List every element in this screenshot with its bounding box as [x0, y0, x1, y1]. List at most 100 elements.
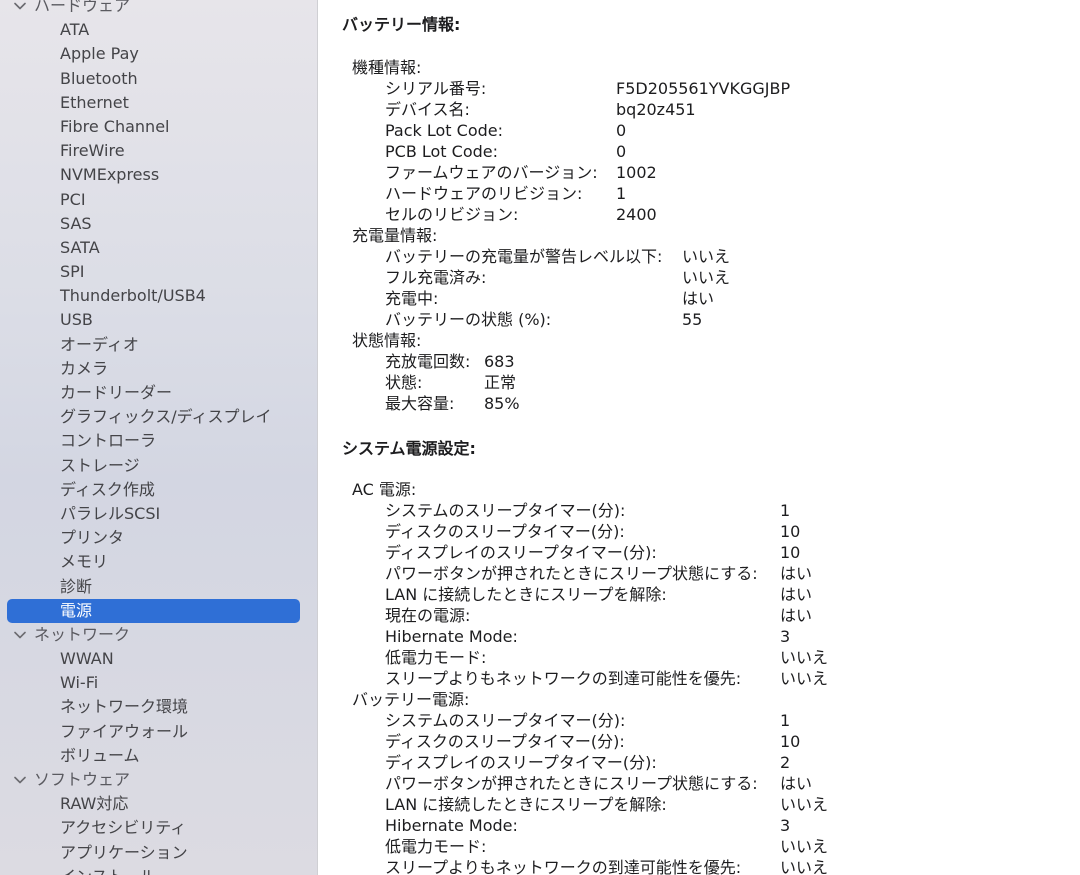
info-value: 3 — [780, 627, 791, 646]
sidebar-item-label: ネットワーク環境 — [60, 697, 189, 717]
sidebar-item-label: Fibre Channel — [60, 116, 170, 136]
sidebar-item[interactable]: Fibre Channel — [0, 115, 317, 139]
sidebar-item[interactable]: SAS — [0, 212, 317, 236]
sidebar-group[interactable]: ハードウェア — [0, 0, 317, 18]
info-key: 最大容量: — [385, 394, 455, 413]
chevron-down-icon[interactable] — [12, 768, 28, 792]
info-key: 現在の電源: — [385, 606, 471, 625]
info-row: 現在の電源: はい — [352, 605, 1072, 626]
sidebar-item-label: Thunderbolt/USB4 — [60, 286, 206, 306]
sidebar-group[interactable]: ソフトウェア — [0, 768, 317, 792]
info-value: いいえ — [682, 247, 731, 266]
info-key: LAN に接続したときにスリープを解除: — [385, 795, 667, 814]
info-row: Pack Lot Code: 0 — [352, 120, 1072, 141]
sidebar-group-label: ネットワーク — [34, 624, 131, 644]
sidebar-item[interactable]: ネットワーク環境 — [0, 695, 317, 719]
sidebar-item[interactable]: オーディオ — [0, 333, 317, 357]
info-key: Hibernate Mode: — [385, 627, 518, 646]
info-value: 10 — [780, 732, 801, 751]
sidebar-item-label: カメラ — [60, 358, 109, 378]
sidebar-item[interactable]: グラフィックス/ディスプレイ — [0, 405, 317, 429]
sidebar-item-label: パラレルSCSI — [60, 503, 161, 523]
info-value: 10 — [780, 543, 801, 562]
sidebar-item[interactable]: ディスク作成 — [0, 478, 317, 502]
sidebar-item[interactable]: Thunderbolt/USB4 — [0, 284, 317, 308]
sidebar-item[interactable]: 電源 — [0, 598, 317, 624]
sidebar-item-label: 診断 — [60, 576, 93, 596]
info-value: 正常 — [484, 373, 517, 392]
section-heading: AC 電源: — [352, 480, 417, 499]
battery-health-rows: 充放電回数: 683 状態: 正常 最大容量: 85% — [352, 351, 1072, 414]
info-row: バッテリーの状態 (%): 55 — [352, 309, 1072, 330]
system-information-window: ハードウェア ATA Apple Pay Bluetooth Ethernet Fibre… — [0, 0, 1080, 875]
info-key: ディスプレイのスリープタイマー(分): — [385, 543, 657, 562]
sidebar-group-label: ソフトウェア — [34, 770, 131, 789]
sidebar-item-label: Apple Pay — [60, 44, 139, 64]
info-key: スリープよりもネットワークの到達可能性を優先: — [385, 858, 742, 875]
sidebar-item-label: USB — [60, 310, 93, 330]
sidebar-item[interactable]: NVMExpress — [0, 163, 317, 187]
info-row: 最大容量: 85% — [352, 393, 1072, 414]
sidebar-item[interactable]: メモリ — [0, 550, 317, 574]
info-row: デバイス名: bq20z451 — [352, 99, 1072, 120]
sidebar-item[interactable]: カードリーダー — [0, 381, 317, 405]
battery-charge-heading: 充電量情報: — [352, 225, 1072, 246]
sidebar-item[interactable]: Ethernet — [0, 91, 317, 115]
section-heading: 充電量情報: — [352, 226, 438, 245]
sidebar-item[interactable]: ATA — [0, 18, 317, 42]
sidebar-item[interactable]: ストレージ — [0, 454, 317, 478]
info-key: ファームウェアのバージョン: — [385, 163, 598, 182]
sidebar-item[interactable]: インストール — [0, 865, 317, 875]
sidebar-item[interactable]: USB — [0, 308, 317, 332]
chevron-down-icon[interactable] — [12, 623, 28, 647]
sidebar-item[interactable]: コントローラ — [0, 429, 317, 453]
info-key: 状態: — [385, 373, 423, 392]
sidebar-item-label: プリンタ — [60, 528, 125, 548]
battery-power-heading: バッテリー電源: — [352, 689, 1072, 710]
sidebar[interactable]: ハードウェア ATA Apple Pay Bluetooth Ethernet Fibre… — [0, 0, 318, 875]
sidebar-item[interactable]: カメラ — [0, 357, 317, 381]
info-row: パワーボタンが押されたときにスリープ状態にする: はい — [352, 563, 1072, 584]
sidebar-item[interactable]: RAW対応 — [0, 792, 317, 816]
sidebar-item[interactable]: SPI — [0, 260, 317, 284]
info-key: シリアル番号: — [385, 79, 487, 98]
sidebar-item-label: コントローラ — [60, 431, 157, 451]
ac-power-heading: AC 電源: — [352, 479, 1072, 500]
info-key: Hibernate Mode: — [385, 816, 518, 835]
detail-pane[interactable]: バッテリー情報: 機種情報: シリアル番号: F5D205561YVKGGJBP デ… — [318, 0, 1080, 875]
info-row: フル充電済み: いいえ — [352, 267, 1072, 288]
sidebar-item-label: ストレージ — [60, 455, 140, 475]
info-key: システムのスリープタイマー(分): — [385, 711, 626, 730]
sidebar-item[interactable]: SATA — [0, 236, 317, 260]
sidebar-item[interactable]: パラレルSCSI — [0, 502, 317, 526]
sidebar-item-label: RAW対応 — [60, 794, 129, 814]
sidebar-item[interactable]: FireWire — [0, 139, 317, 163]
info-row: パワーボタンが押されたときにスリープ状態にする: はい — [352, 773, 1072, 794]
chevron-down-icon[interactable] — [12, 0, 28, 18]
sidebar-item[interactable]: PCI — [0, 188, 317, 212]
info-value: F5D205561YVKGGJBP — [616, 79, 791, 98]
sidebar-item[interactable]: アクセシビリティ — [0, 816, 317, 840]
sidebar-item[interactable]: アプリケーション — [0, 841, 317, 865]
info-key: 充電中: — [385, 289, 439, 308]
info-value: いいえ — [780, 795, 829, 814]
info-row: スリープよりもネットワークの到達可能性を優先: いいえ — [352, 857, 1072, 875]
info-key: セルのリビジョン: — [385, 205, 519, 224]
info-row: 充放電回数: 683 — [352, 351, 1072, 372]
info-row: セルのリビジョン: 2400 — [352, 204, 1072, 225]
sidebar-item[interactable]: プリンタ — [0, 526, 317, 550]
info-value: 2400 — [616, 205, 657, 224]
sidebar-item[interactable]: 診断 — [0, 575, 317, 599]
sidebar-item[interactable]: ファイアウォール — [0, 720, 317, 744]
info-value: いいえ — [780, 648, 829, 667]
sidebar-item[interactable]: WWAN — [0, 647, 317, 671]
sidebar-item[interactable]: Bluetooth — [0, 67, 317, 91]
ac-power-rows: システムのスリープタイマー(分): 1 ディスクのスリープタイマー(分): 10 ディス… — [352, 500, 1072, 689]
sidebar-item[interactable]: ボリューム — [0, 744, 317, 768]
sidebar-group[interactable]: ネットワーク — [0, 623, 317, 647]
sidebar-item[interactable]: Wi-Fi — [0, 671, 317, 695]
sidebar-item[interactable]: Apple Pay — [0, 42, 317, 66]
sidebar-item-label: SAS — [60, 213, 92, 233]
sidebar-item-label: Wi-Fi — [60, 673, 99, 693]
info-row: 状態: 正常 — [352, 372, 1072, 393]
